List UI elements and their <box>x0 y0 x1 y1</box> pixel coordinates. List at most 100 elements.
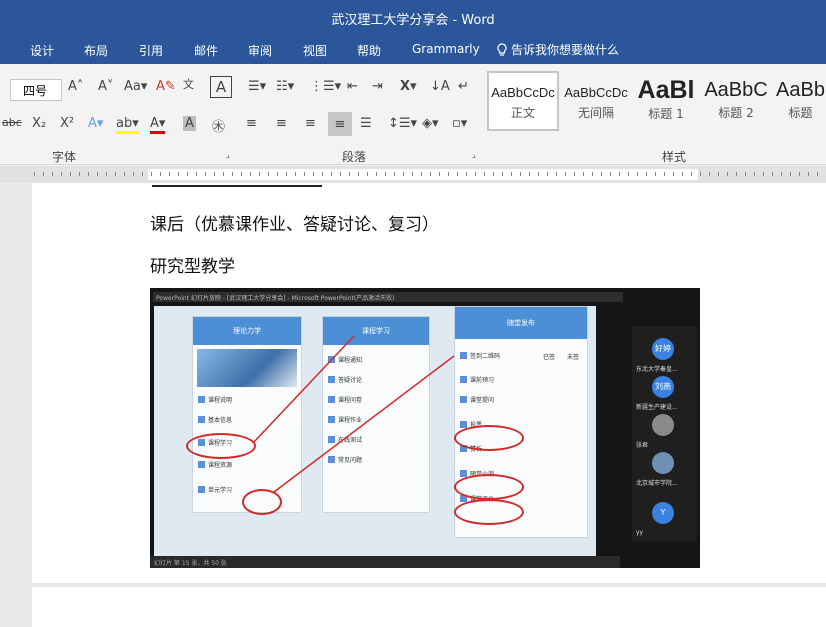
chinese-layout-icon[interactable]: X▾ <box>400 79 417 94</box>
tell-me-search[interactable]: 告诉我你想要做什么 <box>496 41 619 58</box>
menu-mailings[interactable]: 邮件 <box>194 42 218 59</box>
ruler-tick <box>97 172 98 176</box>
highlight-icon[interactable]: ab▾ <box>116 116 139 134</box>
ruler-tick <box>421 172 422 176</box>
shading-icon[interactable]: ◈▾ <box>422 116 439 131</box>
document-area[interactable]: 课后（优慕课作业、答疑讨论、复习） 研究型教学 PowerPoint 幻灯片放映… <box>0 183 826 627</box>
menu-design[interactable]: 设计 <box>30 42 54 59</box>
multilevel-list-icon[interactable]: ⋮☰▾ <box>310 79 341 94</box>
superscript-icon[interactable]: X² <box>60 116 74 131</box>
grow-font-icon[interactable]: A˄ <box>68 79 83 94</box>
horizontal-ruler[interactable] <box>0 166 826 183</box>
align-left-icon[interactable]: ≡ <box>246 116 257 131</box>
title-bar: 武汉理工大学分享会 - Word <box>0 0 826 36</box>
avatar <box>652 452 674 474</box>
ruler-tick <box>790 172 791 176</box>
document-page[interactable]: 课后（优慕课作业、答疑讨论、复习） 研究型教学 PowerPoint 幻灯片放映… <box>32 183 826 583</box>
ruler-tick <box>520 172 521 176</box>
style-title[interactable]: AaBb 标题 <box>775 71 826 131</box>
ruler-tick <box>376 172 377 176</box>
embedded-screenshot[interactable]: PowerPoint 幻灯片放映 - [武汉理工大学分享会] - Microso… <box>150 288 700 568</box>
ruler-tick <box>322 172 323 176</box>
style-name: 标题 1 <box>648 107 684 121</box>
ruler-tick <box>502 172 503 176</box>
line-spacing-icon[interactable]: ↕☰▾ <box>388 116 417 131</box>
ruler-tick <box>457 172 458 176</box>
paragraph-dialog-launcher-icon[interactable]: ⌟ <box>472 150 476 159</box>
menu-review[interactable]: 审阅 <box>248 42 272 59</box>
ruler-tick <box>106 172 107 176</box>
style-preview: AaBbC <box>704 79 768 101</box>
enclose-char-icon[interactable]: ㊍ <box>212 116 225 135</box>
ruler-tick <box>358 172 359 176</box>
ruler-tick <box>484 172 485 176</box>
style-name: 正文 <box>510 106 535 120</box>
phonetic-guide-icon[interactable]: 文 <box>183 76 194 92</box>
ruler-tick <box>70 172 71 176</box>
font-size-value: 四号 <box>23 84 48 98</box>
ruler-tick <box>646 172 647 176</box>
ruler-tick <box>664 172 665 176</box>
distributed-icon[interactable]: ☰ <box>360 116 372 131</box>
avatar: 好婷 <box>652 338 674 360</box>
text-effects-icon[interactable]: A▾ <box>88 116 103 131</box>
decrease-indent-icon[interactable]: ⇤ <box>347 79 358 94</box>
font-dialog-launcher-icon[interactable]: ⌟ <box>226 150 230 159</box>
borders-icon[interactable]: ▫▾ <box>452 116 467 131</box>
bullets-icon[interactable]: ☰▾ <box>248 79 266 94</box>
ruler-tick <box>124 172 125 176</box>
style-heading-1[interactable]: AaBl 标题 1 <box>633 71 699 131</box>
ruler-tick <box>655 172 656 176</box>
slide-content: 理论力学 课程说明 基本信息 课程学习 课程资源 单元学习 课程学习 课程通知 … <box>154 306 596 556</box>
next-page[interactable] <box>32 587 826 627</box>
sort-icon[interactable]: ↓A <box>430 79 450 94</box>
char-border-icon[interactable]: A <box>210 76 232 98</box>
numbering-icon[interactable]: ☷▾ <box>276 79 294 94</box>
ruler-tick <box>547 172 548 176</box>
style-normal[interactable]: AaBbCcDc 正文 <box>487 71 559 131</box>
ruler-tick <box>781 172 782 176</box>
ruler-tick <box>727 172 728 176</box>
style-preview: AaBb <box>776 79 825 101</box>
change-case-icon[interactable]: Aa▾ <box>124 79 147 94</box>
ruler-tick <box>736 172 737 176</box>
show-marks-icon[interactable]: ↵ <box>458 79 469 94</box>
shrink-font-icon[interactable]: A˅ <box>98 79 113 94</box>
menu-layout[interactable]: 布局 <box>84 42 108 59</box>
char-shading-icon[interactable]: A <box>183 116 196 131</box>
style-no-spacing[interactable]: AaBbCcDc 无间隔 <box>561 71 631 131</box>
menu-view[interactable]: 视图 <box>303 42 327 59</box>
ruler-tick <box>142 172 143 176</box>
menu-references[interactable]: 引用 <box>139 42 163 59</box>
ruler-tick <box>691 172 692 176</box>
font-group-label: 字体 <box>52 150 77 164</box>
ruler-tick <box>583 172 584 176</box>
style-heading-2[interactable]: AaBbC 标题 2 <box>701 71 771 131</box>
ruler-tick <box>628 172 629 176</box>
style-preview: AaBbCcDc <box>564 85 628 100</box>
ruler-tick <box>610 172 611 176</box>
participant-name: 新疆生产建设... <box>636 404 678 411</box>
menu-grammarly[interactable]: Grammarly <box>412 42 480 56</box>
ruler-tick <box>772 172 773 176</box>
increase-indent-icon[interactable]: ⇥ <box>372 79 383 94</box>
ruler-tick <box>79 172 80 176</box>
clear-format-icon[interactable]: A✎ <box>156 79 176 94</box>
ruler-tick <box>817 172 818 176</box>
ruler-tick <box>133 172 134 176</box>
font-size-select[interactable]: 四号 <box>10 79 62 101</box>
ruler-tick <box>754 172 755 176</box>
menu-help[interactable]: 帮助 <box>357 42 381 59</box>
justify-icon[interactable]: ≡ <box>328 112 352 136</box>
participant-name: 北京城市学院... <box>636 480 678 487</box>
avatar <box>652 414 674 436</box>
ruler-tick <box>592 172 593 176</box>
font-color-icon[interactable]: A▾ <box>150 116 166 134</box>
ruler-tick <box>439 172 440 176</box>
participant-name: 张君 <box>636 442 649 449</box>
subscript-icon[interactable]: X₂ <box>32 116 46 131</box>
align-center-icon[interactable]: ≡ <box>276 116 287 131</box>
styles-gallery: AaBbCcDc 正文 AaBbCcDc 无间隔 AaBl 标题 1 AaBbC… <box>487 71 826 131</box>
strikethrough-icon[interactable]: abc <box>2 116 22 129</box>
align-right-icon[interactable]: ≡ <box>305 116 316 131</box>
